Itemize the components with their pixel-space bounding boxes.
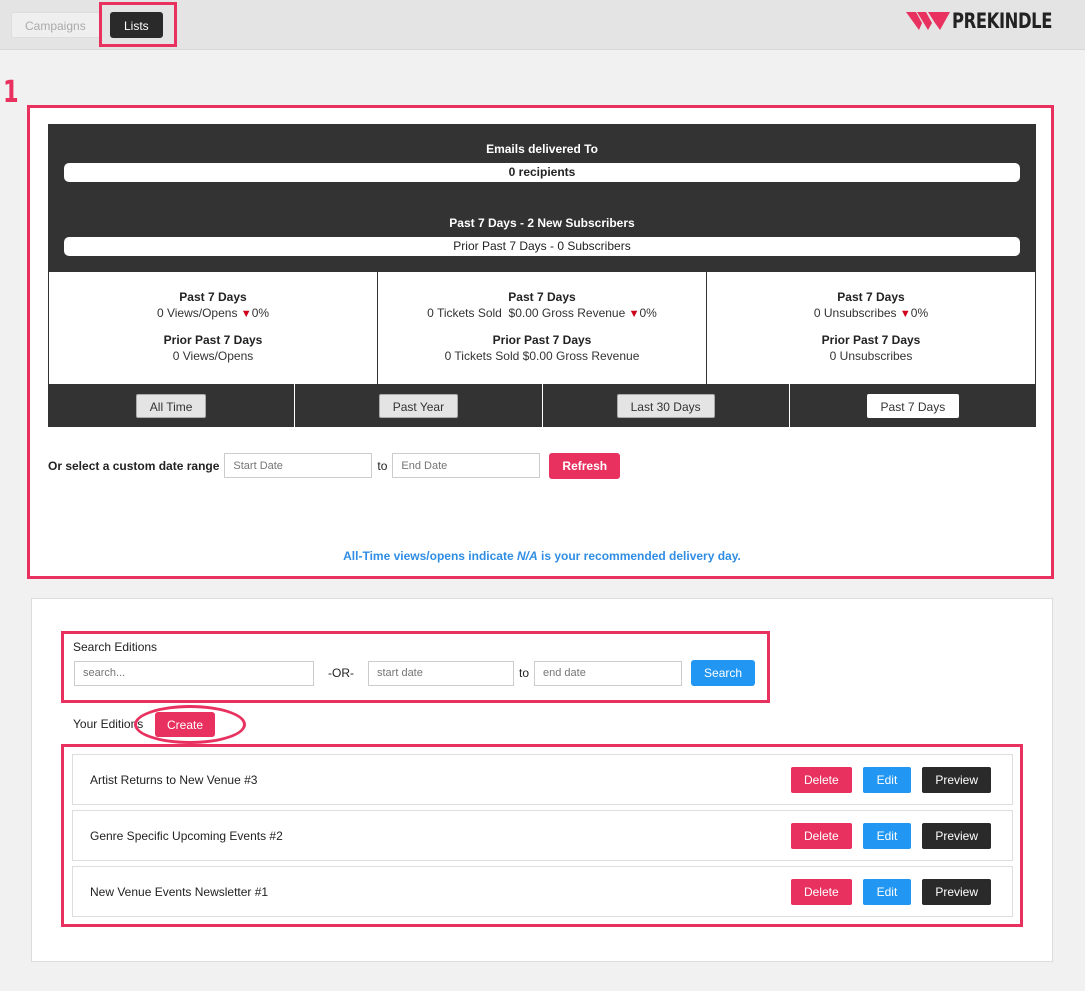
range-past-7-days-button[interactable]: Past 7 Days <box>866 393 960 418</box>
edit-button[interactable]: Edit <box>862 823 912 849</box>
preview-button[interactable]: Preview <box>922 879 991 905</box>
edition-row: New Venue Events Newsletter #1 Delete Ed… <box>72 866 1013 917</box>
search-input[interactable] <box>74 660 314 686</box>
delete-button[interactable]: Delete <box>790 823 852 849</box>
logo-text: PREKINDLE <box>952 9 1053 33</box>
search-start-date-input[interactable] <box>368 660 514 686</box>
stat-prior-heading: Prior Past 7 Days <box>821 333 921 347</box>
range-selector: All Time Past Year Last 30 Days Past 7 D… <box>48 384 1036 427</box>
stat-prior-value: 0 Tickets Sold $0.00 Gross Revenue <box>444 349 640 363</box>
edition-row: Genre Specific Upcoming Events #2 Delete… <box>72 810 1013 861</box>
custom-range-label: Or select a custom date range <box>48 458 220 473</box>
to-label: to <box>519 666 530 680</box>
stat-heading: Past 7 Days <box>508 290 576 304</box>
refresh-button[interactable]: Refresh <box>549 452 621 479</box>
search-button[interactable]: Search <box>691 660 756 686</box>
stat-cell-views: Past 7 Days 0 Views/Opens ▼0% Prior Past… <box>49 272 378 384</box>
stat-prior-value: 0 Unsubscribes <box>829 349 913 363</box>
prior-subscribers: Prior Past 7 Days - 0 Subscribers <box>64 237 1020 256</box>
annotation-1: 1 <box>3 75 19 110</box>
stat-prior-heading: Prior Past 7 Days <box>163 333 263 347</box>
create-button-highlight <box>134 705 246 744</box>
stat-change: 0% <box>910 306 929 320</box>
stat-prior-heading: Prior Past 7 Days <box>492 333 592 347</box>
range-past-year-button[interactable]: Past Year <box>378 393 459 418</box>
logo: PREKINDLE <box>906 9 1082 33</box>
stat-heading: Past 7 Days <box>179 290 247 304</box>
custom-start-date-input[interactable] <box>224 453 373 478</box>
stat-heading: Past 7 Days <box>837 290 905 304</box>
range-all-time-button[interactable]: All Time <box>135 393 207 418</box>
search-row: -OR- to Search <box>74 660 756 686</box>
recipients-count: 0 recipients <box>64 163 1020 182</box>
down-arrow-icon: ▼ <box>628 308 640 320</box>
edit-button[interactable]: Edit <box>862 879 912 905</box>
search-editions-title: Search Editions <box>73 640 158 654</box>
preview-button[interactable]: Preview <box>922 823 991 849</box>
range-last-30-days-button[interactable]: Last 30 Days <box>616 393 715 418</box>
stat-change: 0% <box>251 306 270 320</box>
stat-grid: Past 7 Days 0 Views/Opens ▼0% Prior Past… <box>48 272 1036 384</box>
highlight-lists-tab <box>99 2 177 47</box>
or-label: -OR- <box>328 666 354 680</box>
edition-title: Artist Returns to New Venue #3 <box>90 773 258 787</box>
search-end-date-input[interactable] <box>534 660 683 686</box>
prekindle-logo-icon <box>906 12 950 30</box>
edit-button[interactable]: Edit <box>862 767 912 793</box>
subscribers-heading: Past 7 Days - 2 New Subscribers <box>449 216 635 230</box>
delivered-heading: Emails delivered To <box>486 142 598 156</box>
delivery-summary: Emails delivered To 0 recipients Past 7 … <box>48 124 1036 272</box>
custom-date-range: Or select a custom date range to Refresh <box>48 452 621 479</box>
custom-end-date-input[interactable] <box>392 453 541 478</box>
stat-value: 0 Unsubscribes ▼0% <box>813 306 929 320</box>
delivery-note: All-Time views/opens indicate N/A is you… <box>343 549 741 563</box>
delete-button[interactable]: Delete <box>790 767 852 793</box>
stat-value: 0 Views/Opens ▼0% <box>156 306 270 320</box>
your-editions-label: Your Editions <box>73 717 144 731</box>
to-label: to <box>377 458 388 473</box>
edition-title: Genre Specific Upcoming Events #2 <box>90 829 283 843</box>
stat-cell-tickets: Past 7 Days 0 Tickets Sold $0.00 Gross R… <box>378 272 707 384</box>
down-arrow-icon: ▼ <box>240 308 252 320</box>
down-arrow-icon: ▼ <box>899 308 911 320</box>
stat-cell-unsubscribes: Past 7 Days 0 Unsubscribes ▼0% Prior Pas… <box>707 272 1035 384</box>
stat-prior-value: 0 Views/Opens <box>172 349 254 363</box>
stat-change: 0% <box>639 306 657 320</box>
edition-row: Artist Returns to New Venue #3 Delete Ed… <box>72 754 1013 805</box>
stat-value: 0 Tickets Sold $0.00 Gross Revenue ▼0% <box>427 306 657 320</box>
delete-button[interactable]: Delete <box>790 879 852 905</box>
edition-title: New Venue Events Newsletter #1 <box>90 885 269 899</box>
preview-button[interactable]: Preview <box>922 767 991 793</box>
tab-campaigns[interactable]: Campaigns <box>11 12 100 38</box>
